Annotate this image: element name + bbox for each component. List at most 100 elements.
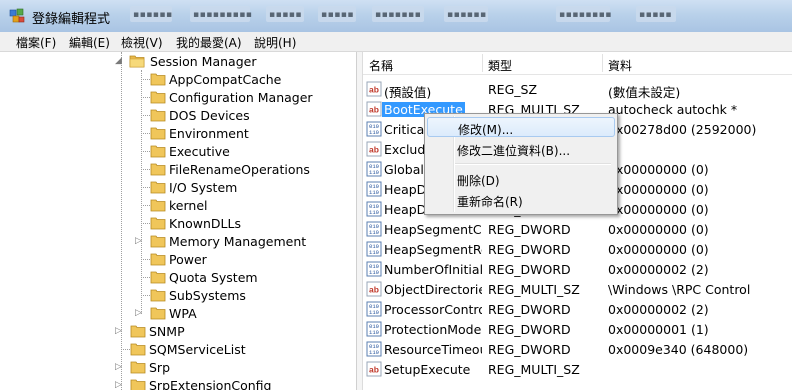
column-header-type[interactable]: 類型 xyxy=(488,57,512,74)
value-type: REG_DWORD xyxy=(488,222,571,237)
folder-icon xyxy=(150,109,166,122)
expand-arrow-icon[interactable]: ▷ xyxy=(135,308,142,318)
blurred-tab-label: ▪▪▪▪▪ xyxy=(269,10,302,20)
tree-item-label: KnownDLLs xyxy=(169,216,241,231)
column-divider[interactable] xyxy=(602,54,603,72)
value-data: 0x00000000 (0) xyxy=(608,202,709,217)
tree-item[interactable]: I/O System xyxy=(133,179,353,197)
tree-connector xyxy=(141,133,150,134)
value-data: 0x0009e340 (648000) xyxy=(608,342,749,357)
folder-icon xyxy=(130,343,146,356)
folder-icon xyxy=(150,235,166,248)
tree-item[interactable]: AppCompatCache xyxy=(133,71,353,89)
collapse-arrow-icon[interactable]: ◢ xyxy=(115,56,122,66)
tree-item[interactable]: kernel xyxy=(133,197,353,215)
svg-text:ab: ab xyxy=(369,85,379,95)
expand-arrow-icon[interactable]: ▷ xyxy=(115,362,122,372)
tree-connector xyxy=(121,349,130,350)
value-data: 0x00000000 (0) xyxy=(608,222,709,237)
menu-file[interactable]: 檔案(F) xyxy=(16,34,56,51)
value-row[interactable]: 010110HeapSegmentReserve REG_DWORD 0x00000… xyxy=(363,239,792,259)
tree-item[interactable]: Power xyxy=(133,251,353,269)
tree-item-label: Environment xyxy=(169,126,249,141)
tree-item[interactable]: Executive xyxy=(133,143,353,161)
value-row[interactable]: ab ObjectDirectories REG_MULTI_SZ \Windows … xyxy=(363,279,792,299)
value-row[interactable]: 010 110 ProcessorControl REG_DWORD 0x0000000… xyxy=(363,299,792,319)
tree-connector xyxy=(141,205,150,206)
tree-item[interactable]: ▷ Srp xyxy=(113,359,353,377)
tree-item-label: SQMServiceList xyxy=(149,342,246,357)
binary-value-icon: 010110 xyxy=(366,241,382,257)
column-header-name[interactable]: 名稱 xyxy=(369,57,393,74)
column-header-data[interactable]: 資料 xyxy=(608,57,632,74)
expand-arrow-icon[interactable]: ▷ xyxy=(115,326,122,336)
value-type: REG_DWORD xyxy=(488,242,571,257)
menu-edit[interactable]: 編輯(E) xyxy=(69,34,110,51)
tree-item[interactable]: SQMServiceList xyxy=(113,341,353,359)
tree-item[interactable]: ▷ SrpExtensionConfig xyxy=(113,377,353,390)
blurred-tab-label: ▪▪▪▪▪ xyxy=(321,10,354,20)
folder-icon xyxy=(150,289,166,302)
folder-icon xyxy=(150,181,166,194)
tree-connector xyxy=(141,277,150,278)
string-value-icon: ab xyxy=(366,81,382,97)
tree-item[interactable]: Environment xyxy=(133,125,353,143)
menu-item-modify-binary[interactable]: 修改二進位資料(B)... xyxy=(427,139,613,159)
binary-value-icon: 010110 xyxy=(366,121,382,137)
value-row[interactable]: 010110ResourceTimeoutCount REG_DWORD 0x000… xyxy=(363,339,792,359)
value-data: autocheck autochk * xyxy=(608,102,738,117)
tree-item[interactable]: FileRenameOperations xyxy=(133,161,353,179)
binary-value-icon: 010110 xyxy=(366,181,382,197)
value-row[interactable]: 010 110 ProtectionMode REG_DWORD 0x00000001 … xyxy=(363,319,792,339)
value-data: 0x00278d00 (2592000) xyxy=(608,122,757,137)
column-divider[interactable] xyxy=(482,54,483,72)
value-data: 0x00000001 (1) xyxy=(608,322,709,337)
menu-help[interactable]: 說明(H) xyxy=(254,34,296,51)
value-row[interactable]: ab (預設值) REG_SZ (數值未設定) xyxy=(363,79,792,100)
tree-connector xyxy=(141,79,150,80)
menu-item-label: 修改二進位資料(B)... xyxy=(457,144,571,158)
tree-item[interactable]: ▷ Memory Management xyxy=(133,233,353,251)
tree-item[interactable]: SubSystems xyxy=(133,287,353,305)
tree-item[interactable]: DOS Devices xyxy=(133,107,353,125)
menu-item-label: 重新命名(R) xyxy=(457,195,523,209)
blurred-tab-label: ▪▪▪▪▪▪▪▪▪ xyxy=(193,10,253,20)
blurred-tab-label: ▪▪▪▪▪▪ xyxy=(133,10,173,20)
binary-value-icon: 010110 xyxy=(366,341,382,357)
svg-text:ab: ab xyxy=(369,145,379,155)
value-name: HeapSegmentReserve xyxy=(384,242,482,257)
svg-text:110: 110 xyxy=(369,269,379,276)
folder-icon xyxy=(130,325,146,338)
string-value-icon: ab xyxy=(366,101,382,117)
tree-item[interactable]: Configuration Manager xyxy=(133,89,353,107)
value-row[interactable]: 010110NumberOfInitialSessions REG_DWORD 0x… xyxy=(363,259,792,279)
expand-arrow-icon[interactable]: ▷ xyxy=(115,380,122,390)
tree-item-label: Quota System xyxy=(169,270,258,285)
value-row[interactable]: 010110HeapSegmentCommit REG_DWORD 0x000000… xyxy=(363,219,792,239)
values-list[interactable]: 名稱 類型 資料 ab (預設值) REG_SZ (數值未設定) ab BootExecu… xyxy=(363,52,792,390)
menu-view[interactable]: 檢視(V) xyxy=(121,34,163,51)
svg-text:ab: ab xyxy=(369,105,379,115)
tree-item[interactable]: ▷ SNMP xyxy=(113,323,353,341)
menu-item-rename[interactable]: 重新命名(R) xyxy=(427,190,613,210)
value-type: REG_DWORD xyxy=(488,322,571,337)
tree-item-label: FileRenameOperations xyxy=(169,162,310,177)
expand-arrow-icon[interactable]: ▷ xyxy=(135,236,142,246)
menu-favorites[interactable]: 我的最愛(A) xyxy=(176,34,242,51)
tree-item[interactable]: ▷ WPA xyxy=(133,305,353,323)
menu-item-label: 修改(M)... xyxy=(458,123,514,137)
value-type: REG_MULTI_SZ xyxy=(488,282,580,297)
tree-connector xyxy=(141,97,150,98)
folder-icon xyxy=(150,271,166,284)
tree-item[interactable]: KnownDLLs xyxy=(133,215,353,233)
menu-item-delete[interactable]: 刪除(D) xyxy=(427,169,613,189)
tree-item[interactable]: Quota System xyxy=(133,269,353,287)
value-data: \Windows \RPC Control xyxy=(608,282,751,297)
tree-item-session-manager[interactable]: ◢ Session Manager xyxy=(113,53,353,71)
value-data: 0x00000002 (2) xyxy=(608,262,709,277)
binary-value-icon: 010110 xyxy=(366,301,382,317)
registry-tree[interactable]: ◢ Session Manager AppCompatCache Configu… xyxy=(0,52,357,390)
value-row[interactable]: ab SetupExecute REG_MULTI_SZ xyxy=(363,359,792,379)
menu-item-modify[interactable]: 修改(M)... xyxy=(427,117,615,137)
tree-item-label: AppCompatCache xyxy=(169,72,282,87)
